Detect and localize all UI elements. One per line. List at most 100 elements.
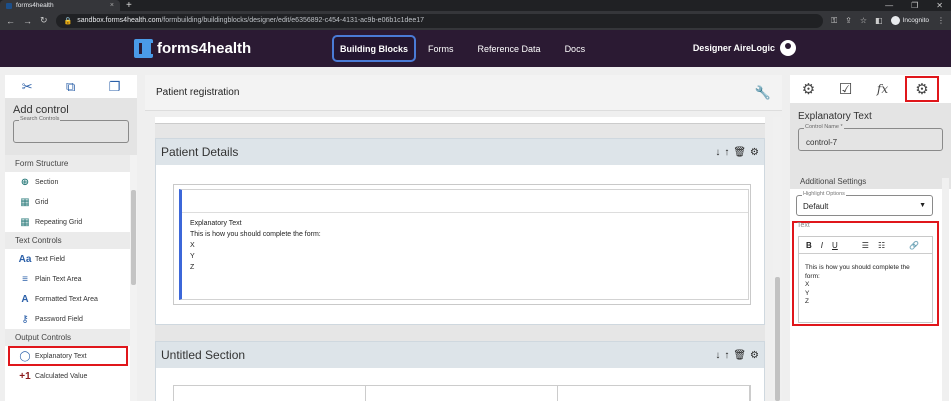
editor-line: X [805,281,810,288]
cut-icon[interactable]: ✂ [22,79,33,95]
user-name: Designer AireLogic [692,43,775,53]
left-scrollbar[interactable] [130,155,137,401]
text-editor-section: Text B I U ☰ ☷ 🔗 This is how you should … [792,221,939,326]
text-field-icon: Aa [18,253,32,265]
search-controls-input[interactable]: Search Controls [13,116,129,143]
tab-settings[interactable]: ⚙ [790,75,827,103]
tab-validation[interactable]: ☑ [827,75,864,103]
paste-icon[interactable]: ❐ [109,79,121,95]
url-host: sandbox.forms4health.com [77,17,162,24]
section-actions: ↓ ↑ 🗑 ⚙ [715,147,759,158]
control-name-field[interactable]: Control Name * control-7 [798,124,943,151]
dropdown-caret-icon: ▼ [919,202,926,209]
control-calculated-value[interactable]: +1 Calculated Value [5,366,130,386]
window-controls: — ❐ ✕ [885,1,951,10]
control-bar [182,190,748,213]
editor-content[interactable]: This is how you should complete the form… [799,254,932,317]
control-label: Password Field [35,315,83,323]
highlight-options-value: Default [803,202,829,211]
grid-cell[interactable] [558,386,750,401]
settings-gear-icon[interactable]: ⚙ [750,147,759,158]
nav-forms[interactable]: Forms [416,35,466,62]
formatted-text-area-icon: A [21,293,29,305]
control-content: Explanatory Text This is how you should … [182,213,748,278]
section-patient-details[interactable]: Patient Details ↓ ↑ 🗑 ⚙ Explanatory Text… [155,138,765,325]
canvas-scrollbar[interactable] [773,117,782,401]
editor-toolbar: B I U ☰ ☷ 🔗 [799,237,932,254]
underline-button[interactable]: U [832,241,838,250]
tab-functions[interactable]: fx [864,75,901,103]
close-tab-icon[interactable]: × [110,2,114,9]
control-line: Z [190,264,195,271]
control-formatted-text-area[interactable]: A Formatted Text Area [5,289,130,309]
section-title: Patient Details [161,145,239,159]
duplicate-icon[interactable]: ⧉ [66,79,75,95]
logo[interactable]: forms4health [134,39,251,58]
browser-menu-icon[interactable]: ⋮ [937,16,945,25]
browser-tab[interactable]: forms4health × [0,0,120,11]
reload-icon[interactable]: ↻ [40,15,48,26]
grid-row [173,385,751,401]
previous-section-stub [155,117,765,124]
scroll-thumb[interactable] [131,190,136,285]
link-icon[interactable]: 🔗 [909,241,919,250]
nav-docs[interactable]: Docs [553,35,598,62]
incognito-indicator[interactable]: Incognito [890,16,929,25]
control-section[interactable]: ⊕ Section [5,172,130,192]
bold-button[interactable]: B [806,241,812,250]
gears-icon: ⚙ [915,81,929,98]
share-icon[interactable]: ⇪ [845,16,852,25]
delete-icon[interactable]: 🗑 [733,147,746,158]
section-untitled[interactable]: Untitled Section ↓ ↑ 🗑 ⚙ [155,341,765,401]
move-down-icon[interactable]: ↓ [715,147,720,158]
editor-line: Z [805,298,809,305]
move-up-icon[interactable]: ↑ [724,147,729,158]
move-up-icon[interactable]: ↑ [724,350,729,361]
back-icon[interactable]: ← [6,16,15,26]
control-repeating-grid[interactable]: ▦ Repeating Grid [5,212,130,232]
settings-gear-icon[interactable]: ⚙ [750,350,759,361]
italic-button[interactable]: I [821,241,823,250]
control-text-field[interactable]: Aa Text Field [5,249,130,269]
move-down-icon[interactable]: ↓ [715,350,720,361]
forward-icon[interactable]: → [23,16,32,26]
scroll-thumb[interactable] [775,277,780,401]
grid-icon: ▦ [20,196,30,208]
section-actions: ↓ ↑ 🗑 ⚙ [715,350,759,361]
highlight-options-select[interactable]: Highlight Options Default ▼ [796,191,933,216]
control-list: Form Structure ⊕ Section ▦ Grid ▦ Repeat… [5,155,130,386]
new-tab-button[interactable]: + [126,0,132,11]
properties-scrollbar[interactable] [942,178,949,401]
wrench-icon[interactable]: 🔧 [755,85,771,101]
rich-text-editor[interactable]: B I U ☰ ☷ 🔗 This is how you should compl… [798,236,933,323]
ordered-list-icon[interactable]: ☰ [862,241,869,250]
fx-icon: fx [876,82,889,96]
key-icon[interactable]: ⚿ [831,16,837,26]
nav-building-blocks[interactable]: Building Blocks [332,35,417,62]
control-explanatory-text[interactable]: ◯ Explanatory Text [8,346,128,366]
explanatory-text-control[interactable]: Explanatory Text This is how you should … [179,189,749,300]
add-control-panel: ✂ ⧉ ❐ Add control Search Controls Form S… [5,75,137,401]
tab-advanced-settings[interactable]: ⚙ [905,76,939,102]
sidebar-icon[interactable]: ◧ [875,16,883,25]
app-header: forms4health Building Blocks Forms Refer… [0,30,951,67]
bullet-list-icon[interactable]: ☷ [878,241,885,250]
grid-cell[interactable] [366,386,558,401]
grid-cell[interactable] [174,386,366,401]
address-bar[interactable]: 🔒 sandbox.forms4health.com/formbuilding/… [55,13,824,28]
plain-text-area-icon: ≡ [22,273,28,285]
minimize-icon[interactable]: — [885,1,893,10]
control-grid[interactable]: ▦ Grid [5,192,130,212]
incognito-icon [890,16,900,25]
url-path: /formbuilding/buildingblocks/designer/ed… [161,17,425,24]
delete-icon[interactable]: 🗑 [733,350,746,361]
maximize-icon[interactable]: ❐ [911,1,918,10]
control-line: This is how you should complete the form… [190,231,321,238]
control-plain-text-area[interactable]: ≡ Plain Text Area [5,269,130,289]
form-title: Patient registration [156,87,240,98]
window-close-icon[interactable]: ✕ [936,1,943,10]
nav-reference-data[interactable]: Reference Data [466,35,553,62]
control-password-field[interactable]: ⚷ Password Field [5,309,130,329]
bookmark-star-icon[interactable]: ☆ [860,16,867,25]
user-menu[interactable]: Designer AireLogic [693,40,796,56]
